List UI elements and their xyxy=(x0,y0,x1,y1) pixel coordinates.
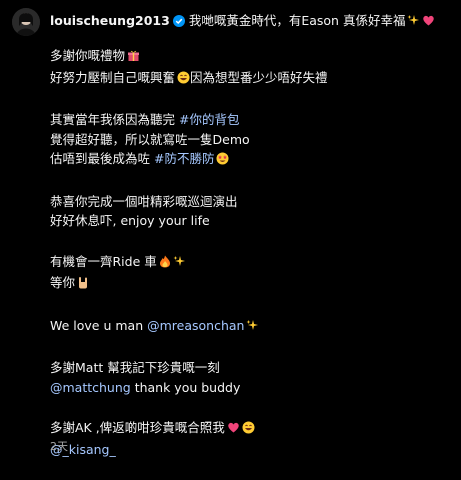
caption-paragraph: 多謝AK ,俾返啲咁珍貴嘅合照我 @_kisang_ xyxy=(50,418,451,459)
caption-line: 多謝你嘅禮物 xyxy=(50,48,126,63)
verified-icon xyxy=(172,14,185,32)
caption-line: 好好休息吓, enjoy your life xyxy=(50,213,210,228)
sparkles-icon xyxy=(173,254,186,274)
rock-hand-icon xyxy=(77,275,89,295)
fire-icon xyxy=(159,254,171,274)
caption-line: thank you buddy xyxy=(130,379,241,395)
caption-paragraph: 恭喜你完成一個咁精彩嘅巡迴演出 好好休息吓, enjoy your life xyxy=(50,192,451,231)
mention-link[interactable]: @mreasonchan xyxy=(147,318,244,333)
caption-line: 多謝Matt 幫我記下珍貴嘅一刻 xyxy=(50,360,220,375)
caption-body: 多謝你嘅禮物 好努力壓制自己嘅興奮 因為想型番少少唔好失禮 其實當年我係因為聽完 … xyxy=(50,46,451,480)
instagram-post: louischeung2013 我哋嘅黃金時代，有Eason 真係好幸福 多謝你嘅… xyxy=(0,0,461,461)
caption-line: 有機會一齊Ride 車 xyxy=(50,253,157,269)
heart-icon xyxy=(227,420,240,440)
caption-line: 恭喜你完成一個咁精彩嘅巡迴演出 xyxy=(50,193,238,209)
hashtag-link[interactable]: #你的背包 xyxy=(179,112,239,127)
caption-line: 覺得超好聽，所以就寫咗一隻Demo xyxy=(50,131,250,147)
hashtag-link[interactable]: #防不勝防 xyxy=(154,151,214,166)
post-timestamp[interactable]: 2天 xyxy=(50,438,68,454)
star-struck-icon xyxy=(216,151,229,171)
caption-paragraph: We love u man @mreasonchan xyxy=(50,316,451,338)
grin-icon xyxy=(242,420,255,440)
grin-icon xyxy=(177,70,190,90)
sparkles-icon xyxy=(246,318,259,338)
username-link[interactable]: louischeung2013 xyxy=(50,13,170,28)
caption-line: 估唔到最後成為咗 xyxy=(50,151,154,166)
caption-line: 因為想型番少少唔好失禮 xyxy=(190,69,328,85)
gift-icon xyxy=(127,48,140,68)
caption-line: 等你 xyxy=(50,275,76,290)
caption-line: 好努力壓制自己嘅興奮 xyxy=(50,69,176,85)
heart-icon xyxy=(422,14,435,32)
sparkles-icon xyxy=(407,14,420,32)
caption-paragraph: 其實當年我係因為聽完 #你的背包 覺得超好聽，所以就寫咗一隻Demo 估唔到最後… xyxy=(50,110,451,171)
caption-paragraph: 多謝你嘅禮物 好努力壓制自己嘅興奮 因為想型番少少唔好失禮 xyxy=(50,46,451,89)
caption-line: 其實當年我係因為聽完 xyxy=(50,112,179,127)
caption-paragraph: 有機會一齊Ride 車 等你 xyxy=(50,252,451,295)
avatar[interactable] xyxy=(12,8,40,36)
mention-link[interactable]: @mattchung xyxy=(50,380,131,395)
caption-first-line: 我哋嘅黃金時代，有Eason 真係好幸福 xyxy=(188,13,406,28)
caption-line: We love u man xyxy=(50,317,148,333)
caption-paragraph: 多謝Matt 幫我記下珍貴嘅一刻 @mattchung thank you bu… xyxy=(50,358,451,397)
caption-header: louischeung2013 我哋嘅黃金時代，有Eason 真係好幸福 xyxy=(50,12,453,32)
caption-line: 多謝AK ,俾返啲咁珍貴嘅合照我 xyxy=(50,420,225,435)
